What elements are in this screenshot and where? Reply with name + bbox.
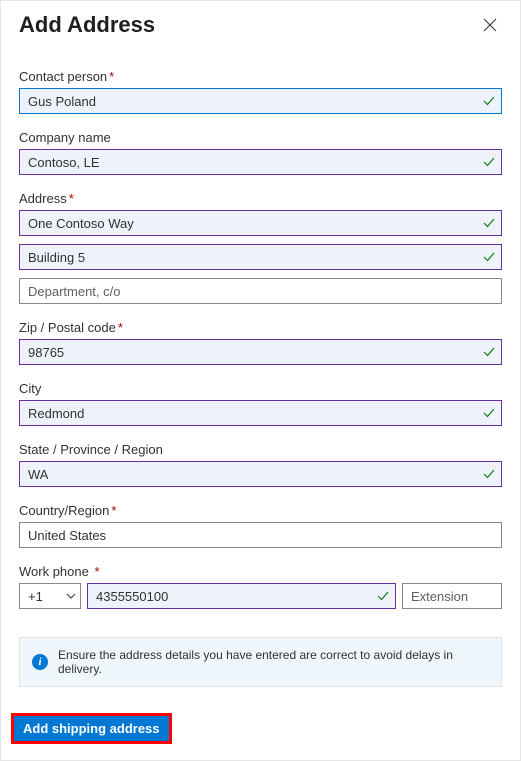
add-shipping-address-button[interactable]: Add shipping address [13,715,170,742]
field-state: State / Province / Region [19,442,502,487]
panel-header: Add Address [1,1,520,49]
country-input[interactable] [19,522,502,548]
add-address-panel: Add Address Contact person* Company name [0,0,521,761]
address-line1-input[interactable] [19,210,502,236]
field-work-phone: Work phone * +1 [19,564,502,609]
zip-input[interactable] [19,339,502,365]
required-mark: * [111,503,116,518]
label-zip: Zip / Postal code* [19,320,502,335]
check-icon [482,250,496,264]
panel-footer: Add shipping address [1,707,520,760]
field-country: Country/Region* [19,503,502,548]
panel-body: Contact person* Company name Address* [1,49,520,699]
field-address: Address* [19,191,502,236]
input-wrap [19,88,502,114]
phone-extension-input[interactable] [402,583,502,609]
check-icon [376,589,390,603]
field-contact-person: Contact person* [19,69,502,114]
required-mark: * [69,191,74,206]
info-icon: i [32,654,48,670]
required-mark: * [94,564,99,579]
panel-title: Add Address [19,12,155,38]
address-line2-input[interactable] [19,244,502,270]
label-work-phone: Work phone * [19,564,502,579]
contact-person-input[interactable] [19,88,502,114]
check-icon [482,155,496,169]
city-input[interactable] [19,400,502,426]
field-company-name: Company name [19,130,502,175]
phone-number-input[interactable] [87,583,396,609]
check-icon [482,345,496,359]
close-button[interactable] [476,11,504,39]
info-notice: i Ensure the address details you have en… [19,637,502,687]
check-icon [482,94,496,108]
address-line3-input[interactable] [19,278,502,304]
label-country: Country/Region* [19,503,502,518]
info-notice-text: Ensure the address details you have ente… [58,648,489,676]
close-icon [483,18,497,32]
label-city: City [19,381,502,396]
country-code-select[interactable]: +1 [19,583,81,609]
field-address-line2 [19,244,502,270]
check-icon [482,216,496,230]
chevron-down-icon [66,593,76,599]
field-zip: Zip / Postal code* [19,320,502,365]
label-address: Address* [19,191,502,206]
company-name-input[interactable] [19,149,502,175]
label-state: State / Province / Region [19,442,502,457]
field-address-line3 [19,278,502,304]
phone-row: +1 [19,583,502,609]
check-icon [482,406,496,420]
required-mark: * [118,320,123,335]
country-code-value: +1 [28,589,43,604]
label-company-name: Company name [19,130,502,145]
state-input[interactable] [19,461,502,487]
field-city: City [19,381,502,426]
check-icon [482,467,496,481]
required-mark: * [109,69,114,84]
label-contact-person: Contact person* [19,69,502,84]
